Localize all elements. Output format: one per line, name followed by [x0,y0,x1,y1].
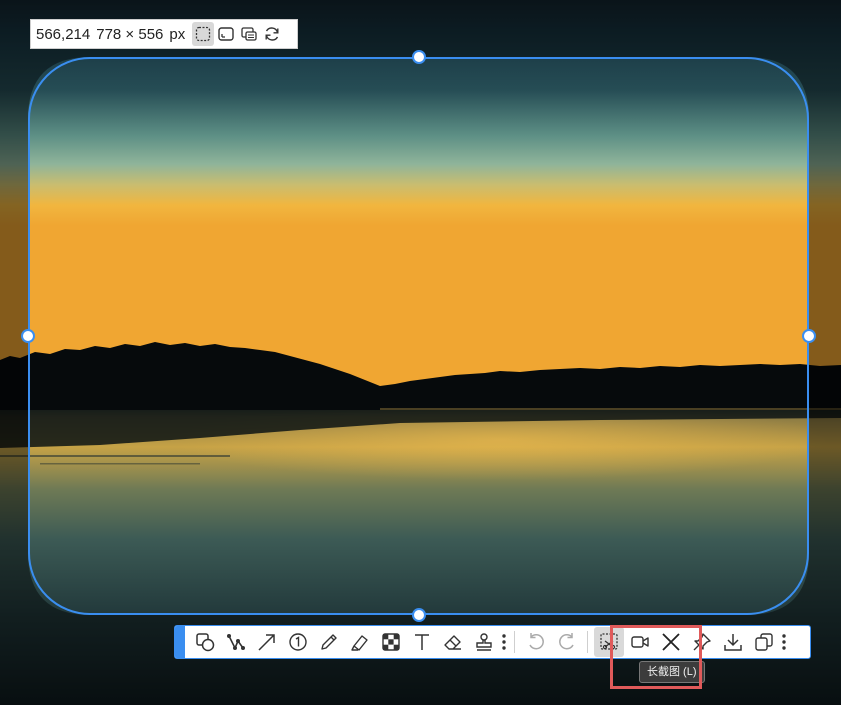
annotation-toolbar [174,625,811,659]
toolbar-separator [587,631,588,653]
more-actions-button[interactable] [779,627,789,657]
close-icon [661,633,680,651]
resize-handle-bottom[interactable] [412,608,426,622]
position-readout: 566,214 [36,25,91,43]
highlighter-icon [350,635,368,651]
pencil-tool-button[interactable] [314,627,344,657]
arrow-tool-button[interactable] [252,627,282,657]
redo-icon [558,633,574,650]
copy-icon [754,633,773,651]
long-screenshot-icon [599,633,618,650]
pin-icon [693,633,711,651]
resize-handle-left[interactable] [21,329,35,343]
refresh-button[interactable] [261,22,283,46]
shape-tool-button[interactable] [190,627,220,657]
resize-handle-right[interactable] [802,329,816,343]
polyline-tool-button[interactable] [221,627,251,657]
window-select-icon [218,27,234,41]
number-marker-icon [288,633,307,651]
record-video-button[interactable] [625,627,655,657]
undo-icon [528,633,544,650]
size-readout: 778 × 556 [96,25,164,43]
arrow-icon [257,634,275,651]
polyline-icon [226,634,245,650]
pin-button[interactable] [687,627,717,657]
long-screenshot-button[interactable] [593,627,624,657]
redo-button[interactable] [552,627,582,657]
tooltip: 长截图 (L) [639,661,705,683]
mosaic-icon [381,633,400,651]
text-tool-button[interactable] [407,627,437,657]
text-icon [414,634,429,650]
close-button[interactable] [656,627,686,657]
selection-info-bar: 566,214 778 × 556 px [30,19,298,49]
more-vertical-icon [782,634,786,650]
toolbar-separator [514,631,515,653]
rect-select-icon [196,26,211,42]
more-tools-button[interactable] [499,627,509,657]
resize-handle-top[interactable] [412,50,426,64]
highlighter-tool-button[interactable] [345,627,375,657]
number-marker-tool-button[interactable] [283,627,313,657]
mosaic-tool-button[interactable] [376,627,406,657]
unit-label: px [169,25,186,43]
toolbar-drag-handle[interactable] [175,626,185,658]
rect-select-button[interactable] [192,22,215,46]
screen-select-button[interactable] [238,22,260,46]
stamp-icon [475,633,492,651]
more-vertical-icon [502,634,506,650]
record-video-icon [630,636,649,648]
undo-button[interactable] [521,627,551,657]
shape-icon [195,633,214,652]
eraser-tool-button[interactable] [438,627,468,657]
background-photo [0,0,841,705]
screen-select-icon [241,27,257,41]
window-select-button[interactable] [215,22,237,46]
copy-button[interactable] [749,627,779,657]
refresh-icon [265,27,279,41]
pencil-icon [320,634,337,650]
stamp-tool-button[interactable] [469,627,499,657]
download-icon [723,634,742,651]
eraser-icon [443,635,461,650]
download-button[interactable] [718,627,748,657]
